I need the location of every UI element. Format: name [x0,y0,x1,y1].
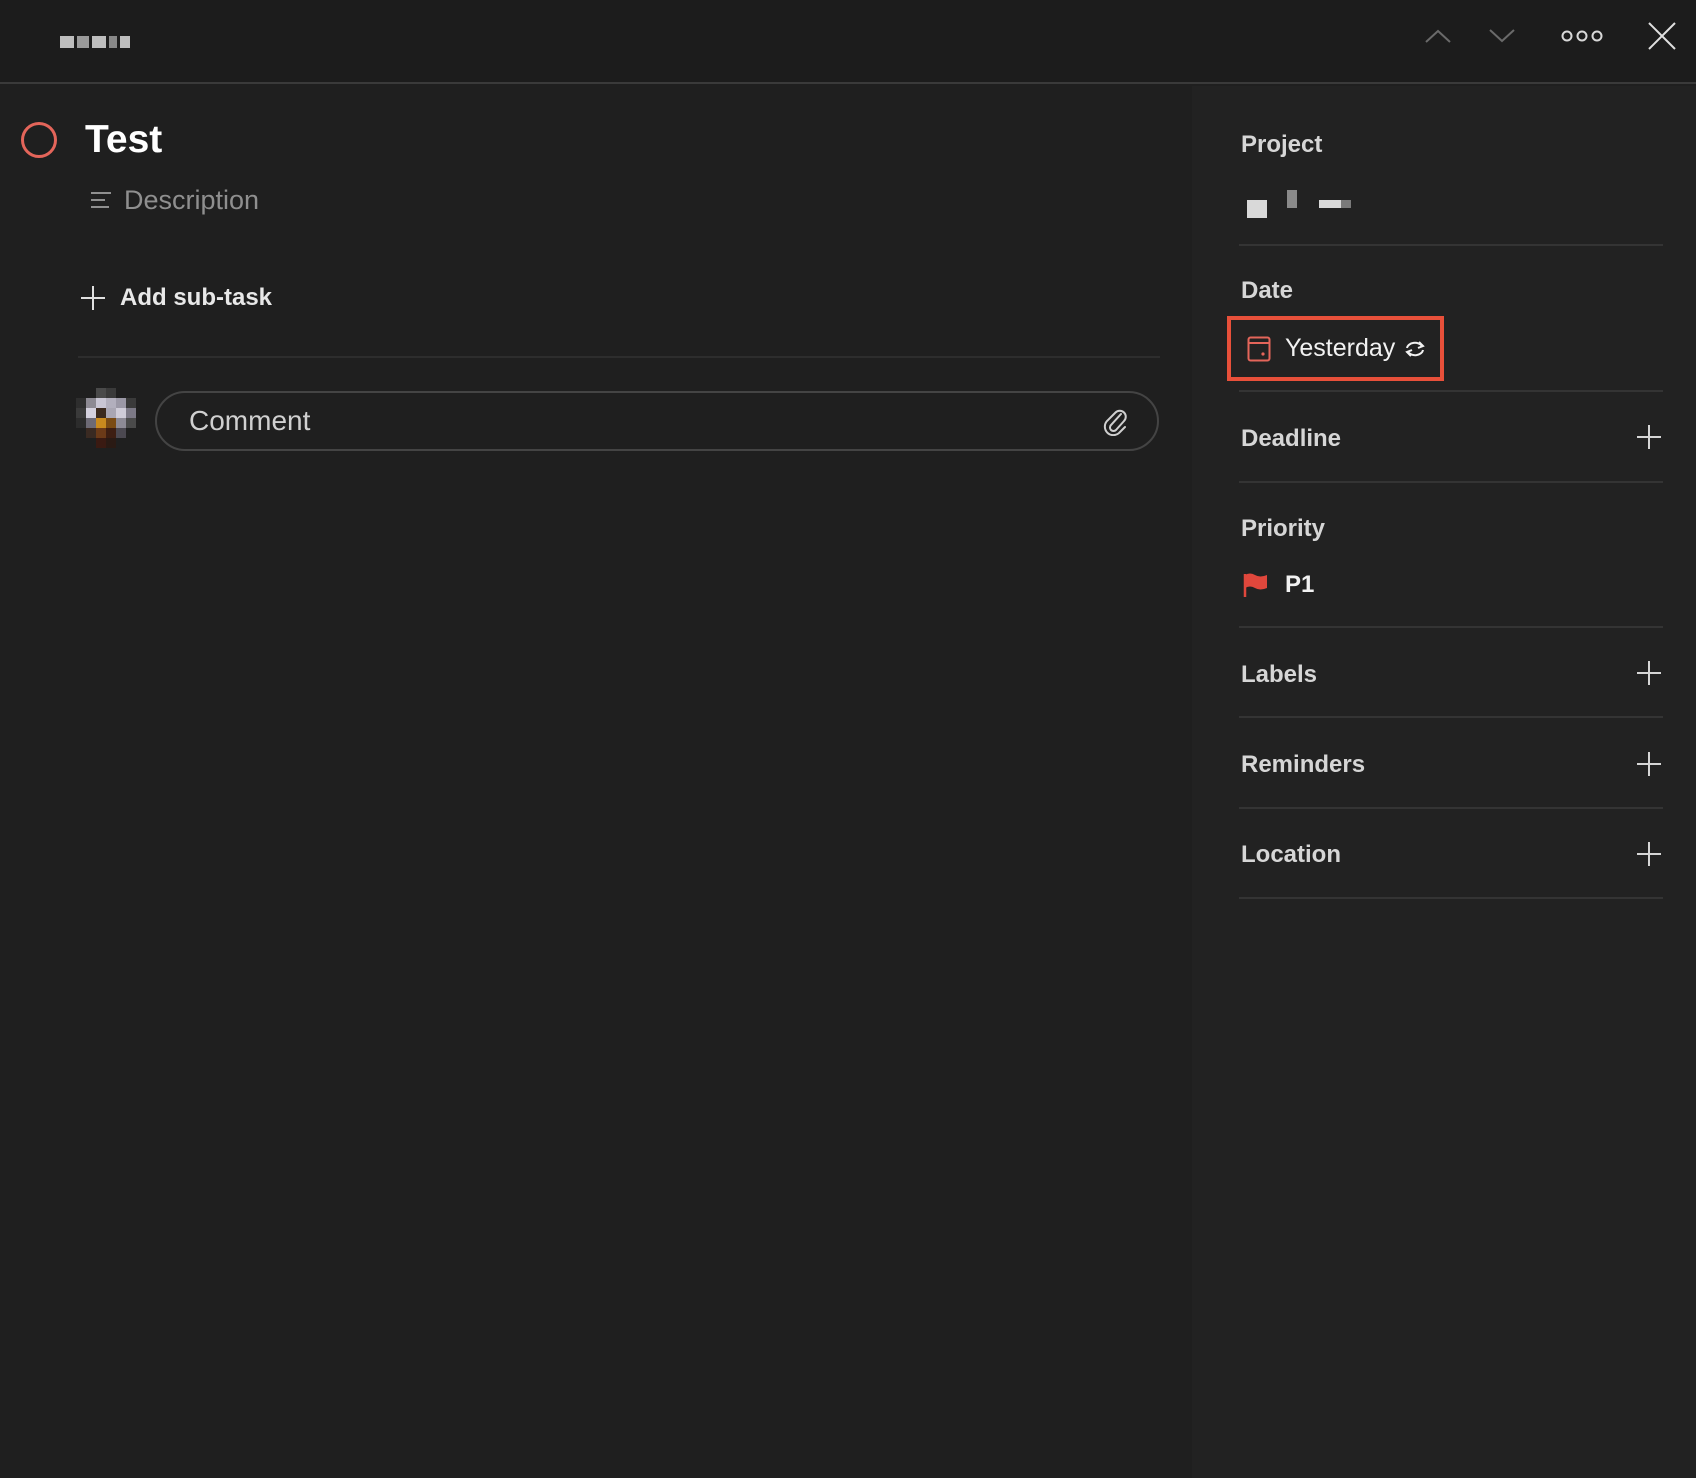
add-location-button[interactable] [1634,839,1664,869]
deadline-label: Deadline [1241,425,1342,452]
chevron-up-icon [1425,29,1451,43]
complete-task-circle-icon[interactable] [21,122,57,158]
priority-value: P1 [1285,571,1315,598]
top-bar [0,0,1696,84]
date-selector-button[interactable]: Yesterday [1227,316,1444,381]
divider [78,356,1160,358]
calendar-icon [1247,336,1271,361]
divider [1239,626,1663,628]
project-label: Project [1241,131,1323,158]
date-label: Date [1241,277,1294,304]
flag-icon [1243,573,1267,597]
plus-icon [1637,842,1661,866]
description-field[interactable]: Description [90,182,259,218]
date-value: Yesterday [1285,334,1396,362]
attach-file-button[interactable] [1103,406,1129,436]
plus-icon [1637,752,1661,776]
priority-label: Priority [1241,515,1326,542]
add-deadline-button[interactable] [1634,422,1664,452]
divider [1239,390,1663,392]
divider [1239,244,1663,246]
comment-input[interactable]: Comment [155,391,1159,451]
add-subtask-button[interactable]: Add sub-task [80,280,272,316]
task-title[interactable]: Test [85,116,162,164]
close-icon [1648,22,1676,50]
divider [1239,481,1663,483]
location-label: Location [1241,841,1341,868]
breadcrumb[interactable] [60,36,130,48]
divider [1239,716,1663,718]
divider [1239,897,1663,899]
next-task-button[interactable] [1478,14,1526,58]
previous-task-button[interactable] [1414,14,1462,58]
more-dots-icon [1561,30,1603,42]
project-selector[interactable] [1247,190,1357,218]
divider [1239,807,1663,809]
avatar [76,388,136,448]
close-button[interactable] [1638,14,1686,58]
plus-icon [81,286,105,310]
add-label-button[interactable] [1634,658,1664,688]
description-placeholder: Description [124,184,260,215]
lines-icon [91,192,111,208]
plus-icon [1637,425,1661,449]
add-subtask-label: Add sub-task [120,284,273,311]
more-options-button[interactable] [1558,14,1606,58]
add-reminder-button[interactable] [1634,749,1664,779]
chevron-down-icon [1489,29,1515,43]
priority-selector[interactable]: P1 [1243,568,1314,602]
comment-placeholder: Comment [189,405,311,436]
reminders-label: Reminders [1241,751,1366,778]
repeat-icon [1405,340,1426,357]
plus-icon [1637,661,1661,685]
labels-label: Labels [1241,661,1318,688]
paperclip-icon [1103,409,1127,436]
